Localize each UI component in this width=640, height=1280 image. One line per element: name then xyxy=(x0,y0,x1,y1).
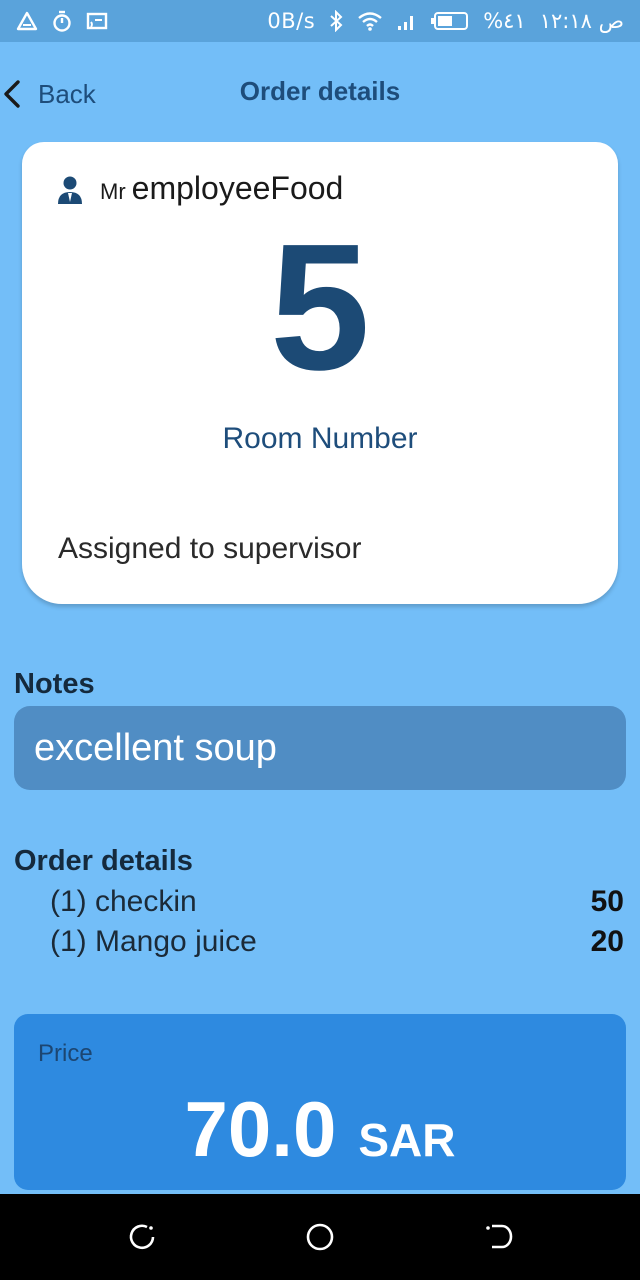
price-amount: 70.0 xyxy=(184,1085,337,1173)
battery-percent: %٤١ xyxy=(483,9,526,33)
price-value-row: 70.0 SAR xyxy=(14,1084,626,1175)
home-icon[interactable] xyxy=(303,1220,337,1254)
wifi-icon xyxy=(357,11,383,31)
order-items-list: (1) checkin 50 (1) Mango juice 20 xyxy=(50,882,624,962)
room-number: 5 xyxy=(269,207,371,408)
item-name: (1) checkin xyxy=(50,885,197,918)
app-bar: Back Order details xyxy=(0,42,640,142)
network-speed: 0B/s xyxy=(267,9,316,33)
notes-box: excellent soup xyxy=(14,706,626,790)
status-bar: 0B/s %٤١ ص ١٢:١٨ xyxy=(0,0,640,42)
item-price: 50 xyxy=(590,885,624,918)
room-number-label: Room Number xyxy=(222,422,418,455)
status-left-icons xyxy=(16,10,108,32)
bluetooth-icon xyxy=(329,10,343,32)
notes-heading: Notes xyxy=(14,668,95,700)
list-item: (1) checkin 50 xyxy=(50,882,624,922)
order-card: Mr employeeFood 5 Room Number Assigned t… xyxy=(22,142,618,604)
recent-apps-icon[interactable] xyxy=(125,1220,159,1254)
notes-text: excellent soup xyxy=(34,726,277,769)
page-title: Order details xyxy=(239,76,401,106)
signal-icon xyxy=(397,11,417,31)
system-nav-bar xyxy=(0,1194,640,1280)
battery-icon xyxy=(431,12,469,30)
employee-title: Mr xyxy=(100,179,126,204)
price-label: Price xyxy=(38,1040,93,1067)
person-icon xyxy=(58,176,82,204)
stopwatch-icon xyxy=(52,10,72,32)
screencast-icon xyxy=(86,11,108,31)
status-right-icons: 0B/s %٤١ ص ١٢:١٨ xyxy=(267,9,624,33)
employee-row: Mr employeeFood xyxy=(56,170,343,207)
warning-triangle-icon xyxy=(16,11,38,31)
price-box: Price 70.0 SAR xyxy=(14,1014,626,1190)
employee-name: employeeFood xyxy=(131,170,344,206)
assignment-status: Assigned to supervisor xyxy=(58,532,362,565)
price-currency: SAR xyxy=(358,1114,456,1166)
item-name: (1) Mango juice xyxy=(50,925,257,958)
item-price: 20 xyxy=(590,925,624,958)
clock: ص ١٢:١٨ xyxy=(539,9,624,33)
order-details-heading: Order details xyxy=(14,845,193,877)
list-item: (1) Mango juice 20 xyxy=(50,922,624,962)
back-nav-icon[interactable] xyxy=(480,1220,514,1254)
